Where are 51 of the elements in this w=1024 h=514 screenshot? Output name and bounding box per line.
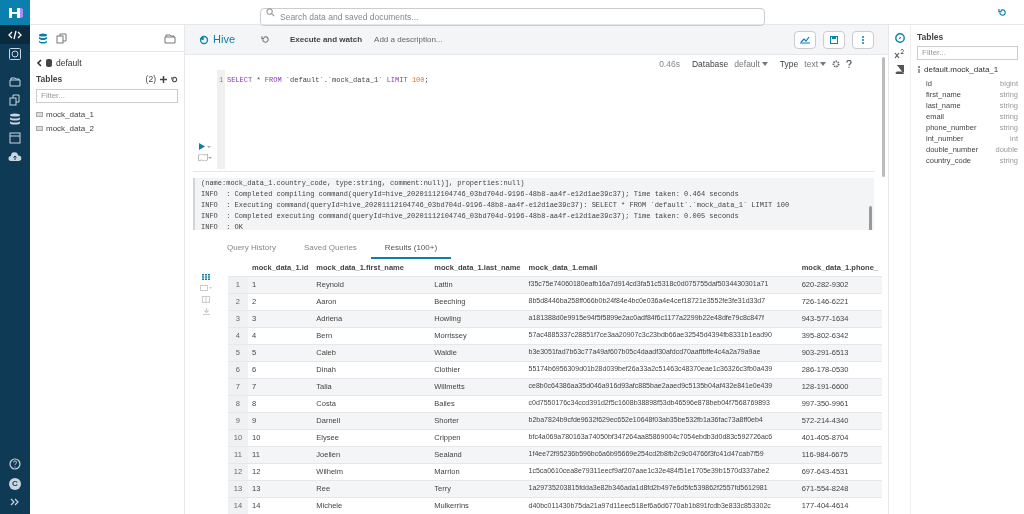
compass-icon[interactable] bbox=[894, 33, 905, 43]
caret-icon bbox=[820, 62, 826, 67]
add-icon[interactable] bbox=[160, 75, 167, 83]
help-icon[interactable] bbox=[846, 60, 852, 68]
table-name[interactable]: mock_data_2 bbox=[46, 122, 95, 135]
documents-icon[interactable] bbox=[56, 32, 67, 44]
database-name[interactable]: default bbox=[56, 57, 82, 70]
type-label: Type bbox=[779, 57, 799, 71]
scrollbar[interactable] bbox=[882, 57, 885, 177]
code-icon[interactable] bbox=[0, 25, 30, 44]
user-avatar[interactable]: C bbox=[9, 478, 21, 490]
result-tab[interactable]: Saved Queries bbox=[289, 238, 371, 259]
database-label: Database bbox=[691, 57, 729, 71]
more-button[interactable] bbox=[852, 30, 874, 49]
duration: 0.46s bbox=[659, 57, 680, 71]
table-icon bbox=[36, 126, 43, 131]
refresh-icon[interactable] bbox=[998, 7, 1007, 17]
superscript-icon[interactable] bbox=[894, 49, 905, 59]
table-count: (2) bbox=[145, 72, 156, 86]
caret-icon bbox=[761, 62, 768, 67]
panel-title: Tables bbox=[917, 31, 945, 44]
result-tab[interactable]: Results (100+) bbox=[370, 238, 452, 259]
result-tab[interactable]: Query History bbox=[213, 238, 290, 259]
back-icon[interactable] bbox=[36, 59, 42, 68]
database-dropdown[interactable]: default bbox=[734, 57, 768, 71]
line-chart-icon bbox=[800, 35, 810, 44]
description-field[interactable]: Add a description... bbox=[374, 33, 495, 46]
execute-button[interactable]: Execute and watch bbox=[290, 33, 363, 46]
search-field[interactable]: Search data and saved documents... bbox=[260, 8, 765, 26]
chart-button[interactable] bbox=[794, 30, 816, 49]
settings-icon[interactable] bbox=[832, 60, 840, 68]
search-icon bbox=[266, 7, 275, 17]
run-icon[interactable] bbox=[199, 143, 211, 151]
table-name[interactable]: default.mock_data_1 bbox=[924, 63, 999, 76]
grid-icon[interactable] bbox=[202, 274, 211, 280]
logo-icon[interactable] bbox=[0, 0, 30, 25]
folder-icon[interactable] bbox=[164, 32, 176, 44]
type-dropdown[interactable]: text bbox=[804, 57, 826, 71]
editor-type: Hive bbox=[213, 32, 235, 48]
history-icon[interactable] bbox=[261, 35, 270, 44]
refresh-icon[interactable] bbox=[171, 75, 178, 83]
table-name[interactable]: mock_data_1 bbox=[46, 108, 95, 121]
table-icon bbox=[36, 112, 43, 117]
save-button[interactable] bbox=[823, 30, 845, 49]
save-icon bbox=[830, 35, 838, 44]
expand-icon[interactable] bbox=[10, 498, 20, 506]
filter-field[interactable]: Filter... bbox=[917, 45, 1018, 60]
scrollbar[interactable] bbox=[869, 206, 872, 231]
tables-heading: Tables bbox=[36, 72, 63, 86]
filter-field[interactable]: Filter... bbox=[36, 88, 178, 103]
info-icon[interactable] bbox=[917, 66, 921, 74]
